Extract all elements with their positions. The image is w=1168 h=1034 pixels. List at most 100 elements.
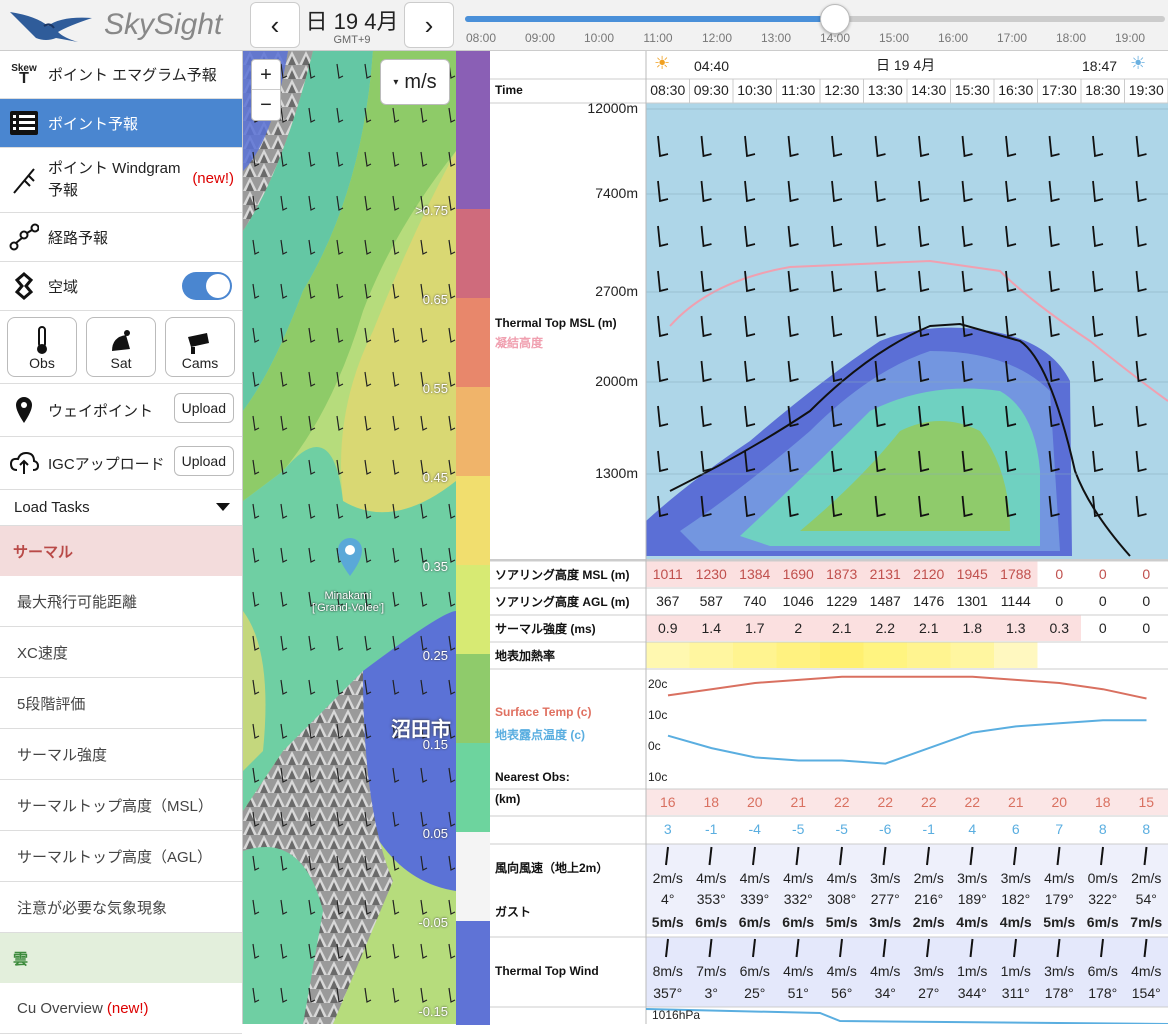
wind2m-speed: 3m/s [864,870,908,886]
thermal-section-header[interactable]: サーマル [0,526,242,576]
thermal-strength-value: 2.1 [907,620,951,636]
airspace-toggle[interactable] [182,272,232,300]
new-badge: (new!) [192,170,234,187]
cloud-section-header[interactable]: 雲 [0,933,242,983]
obs-temp-value: 22 [907,794,951,810]
thermal-top-wind-direction: 27° [907,985,951,1001]
thermal-top-wind-direction: 311° [994,985,1038,1001]
cams-button[interactable]: Cams [165,317,235,377]
next-day-button[interactable]: › [404,2,454,48]
list-icon [8,107,40,139]
wind2m-gust: 4m/s [951,914,995,930]
obs-label: Obs [29,355,55,371]
sidebar-item-route[interactable]: 経路予報 [0,213,242,262]
wind2m-direction: 339° [733,891,777,907]
wind2m-direction: 4° [646,891,690,907]
waypoint-upload-button[interactable]: Upload [174,393,234,423]
scale-label: 0.55 [423,381,448,396]
sidebar-item-igc[interactable]: IGCアップロード Upload [0,437,242,490]
wind2m-speed: 2m/s [1125,870,1168,886]
wind2m-speed: 4m/s [820,870,864,886]
zoom-out-button[interactable]: − [252,90,280,120]
thermal-top-wind-speed: 7m/s [690,963,734,979]
eagle-logo-icon [6,2,96,46]
sidebar-item-point-forecast[interactable]: ポイント予報 [0,99,242,148]
obs-temp-value: 18 [690,794,734,810]
obs-dew-value: -5 [777,821,821,837]
sidebar-item-label: ポイント Windgram 予報 [48,158,188,202]
legend-swatch [456,298,490,387]
thermal-top-wind-speed: 1m/s [951,963,995,979]
temp-axis-label: 10c [648,770,667,784]
airspace-icon [8,270,40,302]
wind2m-gust: 6m/s [777,914,821,930]
slider-knob[interactable] [820,4,850,34]
heating-cell [733,642,777,668]
zoom-in-button[interactable]: + [252,60,280,90]
thermal-top-wind-speed: 8m/s [646,963,690,979]
obs-button[interactable]: Obs [7,317,77,377]
soaring-agl-value: 587 [690,593,734,609]
location-pin-icon[interactable] [336,536,364,578]
unit-dropdown[interactable]: ▾m/s [380,59,450,105]
thermal-strength-value: 2.1 [820,620,864,636]
wind2m-gust: 3m/s [864,914,908,930]
wind2m-direction: 179° [1038,891,1082,907]
sidebar-item-airspace[interactable]: 空域 [0,262,242,311]
sidebar-item-label: 空域 [48,276,78,297]
timeline-tick-label: 10:00 [584,31,614,45]
sidebar-item-waypoint[interactable]: ウェイポイント Upload [0,384,242,437]
igc-upload-button[interactable]: Upload [174,446,234,476]
wind2m-gust: 4m/s [994,914,1038,930]
prev-day-button[interactable]: ‹ [250,2,300,48]
sidebar-item-windgram[interactable]: ポイント Windgram 予報 (new!) [0,148,242,213]
color-legend [456,51,490,1024]
scale-label: 0.15 [423,737,448,752]
date-display: 日 19 4月 GMT+9 [302,4,402,46]
thermal-strength-value: 1.8 [951,620,995,636]
menu-item-thermal[interactable]: 注意が必要な気象現象 [0,882,242,933]
obs-dew-value: 7 [1038,821,1082,837]
obs-temp-value: 16 [646,794,690,810]
thermal-top-wind-speed: 4m/s [1125,963,1168,979]
sidebar-item-label: 経路予報 [48,227,108,248]
route-icon [8,221,40,253]
legend-swatch [456,387,490,476]
timeline-tick-label: 13:00 [761,31,791,45]
legend-swatch [456,476,490,565]
legend-swatch [456,743,490,832]
sat-button[interactable]: Sat [86,317,156,377]
wind2m-direction: 277° [864,891,908,907]
soaring-agl-value: 1046 [777,593,821,609]
load-tasks-dropdown[interactable]: Load Tasks [0,490,242,526]
caret-down-icon [216,503,230,511]
menu-item-thermal[interactable]: 最大飛行可能距離 [0,576,242,627]
thermal-strength-value: 0 [1081,620,1125,636]
thermal-strength-value: 1.4 [690,620,734,636]
sunrise-icon: ☀ [654,53,670,74]
obs-temp-value: 22 [864,794,908,810]
map-pin-icon [8,394,40,426]
unit-label: m/s [404,71,436,94]
app-logo[interactable]: SkySight [6,2,242,48]
obs-dew-value: -6 [864,821,908,837]
wind2m-speed: 4m/s [733,870,777,886]
menu-item-thermal[interactable]: サーマルトップ高度（AGL） [0,831,242,882]
soaring-msl-value: 1873 [820,566,864,582]
sunrise-time: 04:40 [694,58,729,74]
time-slider[interactable]: 08:0009:0010:0011:0012:0013:0014:0015:00… [465,8,1165,48]
menu-item-thermal[interactable]: XC速度 [0,627,242,678]
wind2m-gust: 5m/s [820,914,864,930]
gust-label: ガスト [495,903,531,920]
obs-dew-value: 3 [646,821,690,837]
obs-temp-value: 15 [1125,794,1168,810]
sidebar-item-emagram[interactable]: SkewT ポイント エマグラム予報 [0,51,242,99]
new-badge: (new!) [107,1000,149,1017]
menu-item-cu-overview[interactable]: Cu Overview (new!) [0,983,242,1034]
map-view[interactable]: + − ▾m/s Minakami ['Grand-Volee'] 沼田市 >0… [243,51,456,1024]
menu-item-thermal[interactable]: サーマル強度 [0,729,242,780]
menu-item-thermal[interactable]: 5段階評価 [0,678,242,729]
thermal-top-wind-speed: 3m/s [907,963,951,979]
menu-item-thermal[interactable]: サーマルトップ高度（MSL） [0,780,242,831]
thermal-top-wind-direction: 56° [820,985,864,1001]
